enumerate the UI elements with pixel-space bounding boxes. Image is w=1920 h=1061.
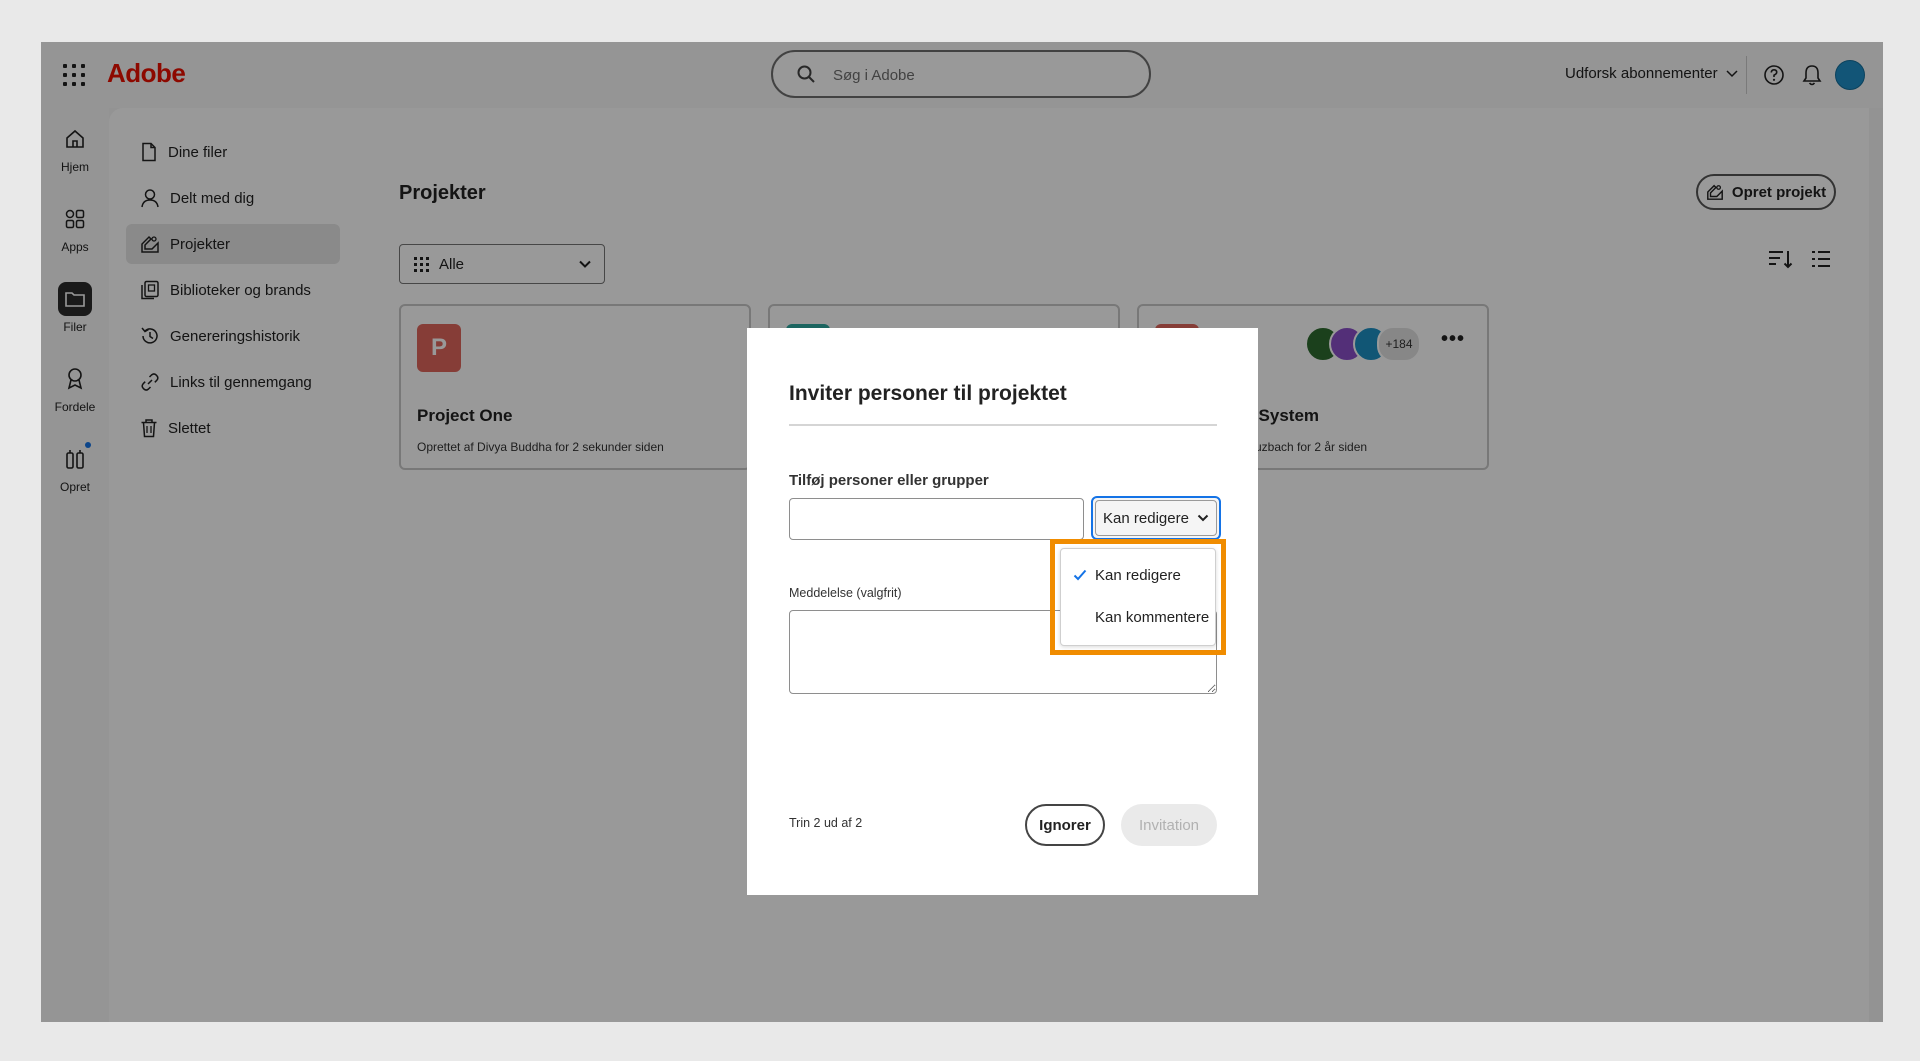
permission-menu: Kan redigere Kan kommentere: [1060, 548, 1216, 646]
step-indicator: Trin 2 ud af 2: [789, 816, 863, 830]
app-window: Adobe Udforsk abonnementer: [41, 42, 1883, 1022]
checkmark-icon: [1073, 569, 1087, 581]
menu-option-label: Kan kommentere: [1095, 608, 1210, 626]
permission-dropdown[interactable]: Kan redigere: [1091, 496, 1221, 540]
dialog-divider: [789, 424, 1217, 426]
menu-option-can-edit[interactable]: Kan redigere: [1061, 555, 1215, 595]
invite-button[interactable]: Invitation: [1121, 804, 1217, 846]
ignore-button[interactable]: Ignorer: [1025, 804, 1105, 846]
menu-option-label: Kan redigere: [1095, 566, 1181, 584]
permission-value: Kan redigere: [1103, 509, 1189, 527]
add-people-label: Tilføj personer eller grupper: [789, 472, 989, 489]
dialog-title: Inviter personer til projektet: [789, 382, 1067, 405]
message-label: Meddelelse (valgfrit): [789, 586, 902, 600]
add-people-input[interactable]: [789, 498, 1084, 540]
chevron-down-icon: [1197, 514, 1209, 522]
menu-option-can-comment[interactable]: Kan kommentere: [1061, 597, 1215, 637]
